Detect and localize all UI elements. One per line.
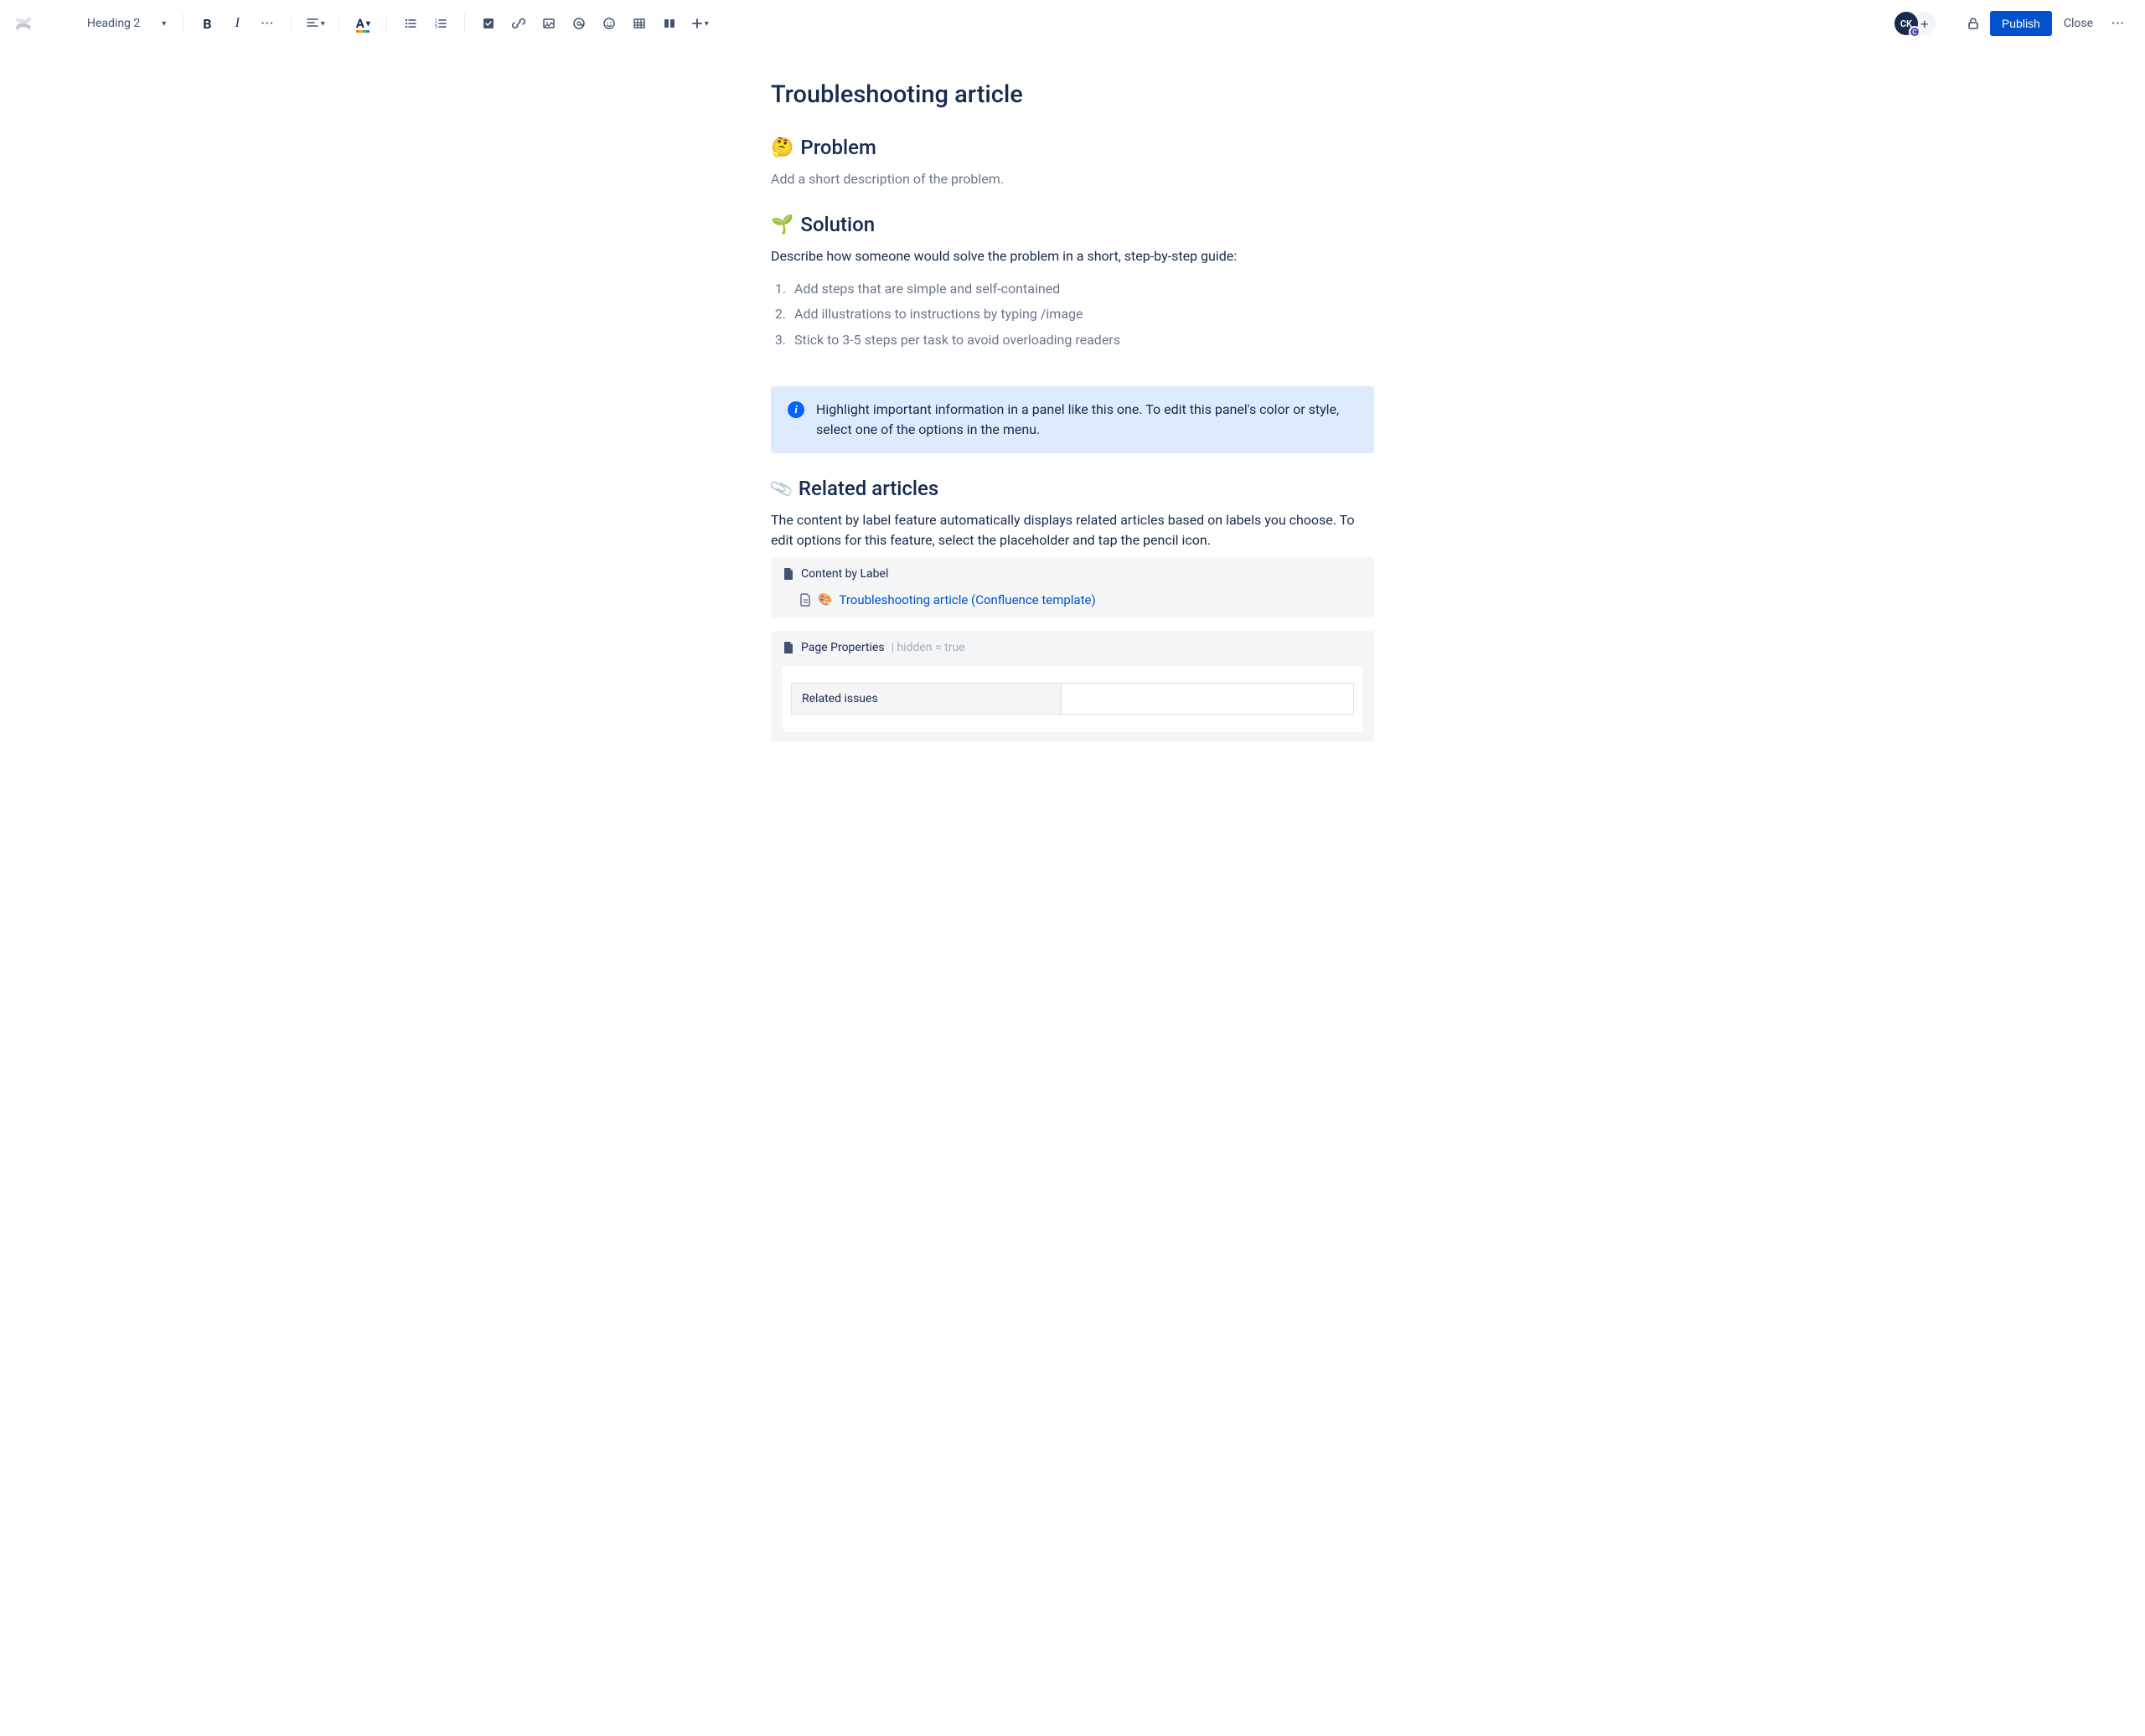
numbered-list-button[interactable]: 123 [427,10,454,37]
problem-placeholder[interactable]: Add a short description of the problem. [771,169,1374,189]
restrictions-unlocked-icon[interactable] [1960,10,1987,37]
page-properties-table[interactable]: Related issues [791,683,1354,715]
problem-heading[interactable]: 🤔 Problem [771,136,1374,159]
page-icon [799,593,811,607]
collaborators: CK C + [1894,12,1936,35]
macro-header: Page Properties | hidden = true [783,641,1362,654]
page-title[interactable]: Troubleshooting article [771,80,1374,109]
bold-button[interactable]: B [194,10,220,37]
palette-emoji: 🎨 [818,593,832,607]
solution-intro[interactable]: Describe how someone would solve the pro… [771,246,1374,266]
chevron-down-icon: ▾ [366,19,370,28]
info-panel[interactable]: i Highlight important information in a p… [771,386,1374,453]
solution-steps-list[interactable]: Add steps that are simple and self-conta… [789,276,1374,353]
emoji-button[interactable] [596,10,623,37]
text-style-select[interactable]: Heading 2 ▾ [80,12,173,35]
page-properties-body: Related issues [783,666,1362,731]
related-heading-text: Related articles [799,477,938,500]
toolbar-divider [464,13,465,34]
chevron-down-icon: ▾ [321,19,325,28]
solution-heading-text: Solution [800,213,875,236]
chevron-down-icon: ▾ [705,19,709,28]
list-item[interactable]: Stick to 3-5 steps per task to avoid ove… [789,328,1374,353]
table-button[interactable] [626,10,653,37]
text-style-label: Heading 2 [87,17,140,30]
thinking-face-emoji: 🤔 [771,137,793,158]
list-item[interactable]: Add illustrations to instructions by typ… [789,302,1374,327]
insert-button[interactable]: ▾ [686,10,713,37]
editor-content[interactable]: Troubleshooting article 🤔 Problem Add a … [754,47,1391,788]
avatar-badge: C [1909,26,1920,38]
content-by-label-macro[interactable]: Content by Label 🎨 Troubleshooting artic… [771,557,1374,617]
bullet-list-button[interactable] [397,10,424,37]
toolbar-divider [386,13,387,34]
image-button[interactable] [535,10,562,37]
seedling-emoji: 🌱 [771,214,793,235]
related-description[interactable]: The content by label feature automatical… [771,510,1374,550]
editor-toolbar: Heading 2 ▾ B I ··· ▾ A ▾ 123 ▾ [0,0,2145,47]
layouts-button[interactable] [656,10,683,37]
macro-meta: | hidden = true [892,641,965,654]
table-row[interactable]: Related issues [792,684,1354,715]
align-button[interactable]: ▾ [302,10,328,37]
toolbar-divider [291,13,292,34]
document-icon [783,641,794,654]
publish-button[interactable]: Publish [1990,11,2052,36]
italic-button[interactable]: I [224,10,251,37]
info-panel-text[interactable]: Highlight important information in a pan… [816,400,1357,440]
macro-result-row: 🎨 Troubleshooting article (Confluence te… [783,592,1362,607]
table-header-cell[interactable]: Related issues [792,684,1062,715]
link-button[interactable] [505,10,532,37]
more-formatting-button[interactable]: ··· [254,10,281,37]
problem-heading-text: Problem [800,136,876,159]
more-actions-button[interactable]: ··· [2105,10,2132,37]
info-icon: i [788,401,804,418]
related-article-link[interactable]: Troubleshooting article (Confluence temp… [839,592,1095,607]
mention-button[interactable] [566,10,592,37]
action-item-button[interactable] [475,10,502,37]
macro-header: Content by Label [783,567,1362,581]
macro-title: Page Properties [801,641,885,654]
paperclip-emoji: 📎 [768,476,795,502]
text-color-button[interactable]: A ▾ [349,10,376,37]
document-icon [783,567,794,581]
macro-title: Content by Label [801,567,888,581]
user-avatar[interactable]: CK C [1894,12,1918,35]
related-heading[interactable]: 📎 Related articles [771,477,1374,500]
table-cell[interactable] [1062,684,1354,715]
close-button[interactable]: Close [2055,11,2101,36]
page-properties-macro[interactable]: Page Properties | hidden = true Related … [771,631,1374,741]
confluence-logo-icon [13,13,34,34]
svg-text:3: 3 [435,25,437,30]
solution-heading[interactable]: 🌱 Solution [771,213,1374,236]
list-item[interactable]: Add steps that are simple and self-conta… [789,276,1374,302]
chevron-down-icon: ▾ [162,19,166,28]
